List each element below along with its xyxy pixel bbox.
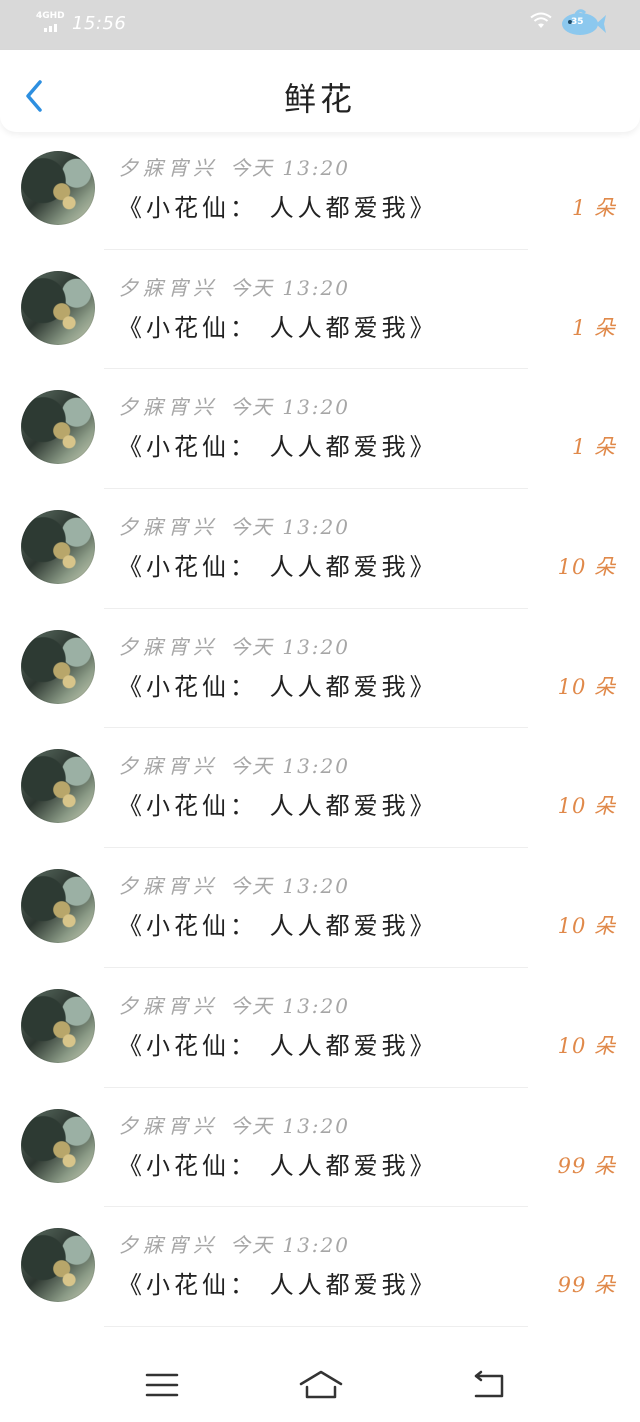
list-item[interactable]: 夕寐宵兴 今天 13:20 《小花仙： 人人都爱我》 10 朵: [0, 968, 640, 1088]
gift-meta: 夕寐宵兴 今天 13:20: [118, 152, 350, 181]
gift-meta: 夕寐宵兴 今天 13:20: [118, 631, 350, 660]
avatar[interactable]: [21, 1108, 95, 1183]
sender-name[interactable]: 夕寐宵兴: [118, 156, 218, 180]
status-right: 35: [530, 8, 606, 38]
nav-back-button[interactable]: [468, 1368, 508, 1402]
list-item[interactable]: 夕寐宵兴 今天 13:20 《小花仙： 人人都爱我》 10 朵: [0, 848, 640, 968]
home-icon: [299, 1370, 343, 1399]
avatar[interactable]: [21, 988, 95, 1063]
sender-name[interactable]: 夕寐宵兴: [118, 994, 218, 1018]
book-title[interactable]: 《小花仙： 人人都爱我》: [118, 1026, 438, 1061]
avatar[interactable]: [21, 390, 95, 465]
gift-time: 今天 13:20: [230, 754, 350, 779]
gift-time: 今天 13:20: [230, 1113, 350, 1138]
flower-amount: 10 朵: [557, 914, 616, 939]
menu-icon: [145, 1373, 179, 1397]
book-title[interactable]: 《小花仙： 人人都爱我》: [118, 1146, 438, 1181]
list-item[interactable]: 夕寐宵兴 今天 13:20 《小花仙： 人人都爱我》 10 朵: [0, 728, 640, 849]
sender-name[interactable]: 夕寐宵兴: [118, 635, 218, 659]
avatar[interactable]: [21, 749, 95, 824]
flower-amount: 1 朵: [571, 196, 616, 220]
flower-amount: 99 朵: [557, 1273, 616, 1298]
list-item[interactable]: 夕寐宵兴 今天 13:20 《小花仙： 人人都爱我》 1 朵: [0, 369, 640, 490]
sender-name[interactable]: 夕寐宵兴: [118, 395, 218, 419]
sender-name[interactable]: 夕寐宵兴: [118, 1114, 218, 1138]
gift-list: 夕寐宵兴 今天 13:20 《小花仙： 人人都爱我》 1 朵夕寐宵兴 今天 13:20 《…: [0, 130, 640, 1327]
avatar[interactable]: [21, 1228, 95, 1303]
book-title[interactable]: 《小花仙： 人人都爱我》: [118, 667, 438, 702]
gift-meta: 夕寐宵兴 今天 13:20: [118, 1110, 350, 1139]
avatar[interactable]: [21, 629, 95, 704]
gift-time: 今天 13:20: [230, 1233, 350, 1258]
battery-level: 35: [571, 17, 584, 27]
flower-amount: 10 朵: [557, 794, 616, 819]
avatar[interactable]: [21, 510, 95, 585]
status-left: 4GHD 15:56: [36, 12, 126, 34]
gift-time: 今天 13:20: [230, 874, 350, 899]
sender-name[interactable]: 夕寐宵兴: [118, 754, 218, 778]
book-title[interactable]: 《小花仙： 人人都爱我》: [118, 547, 438, 582]
book-title[interactable]: 《小花仙： 人人都爱我》: [118, 906, 438, 941]
status-bar: 4GHD 15:56 35: [0, 0, 640, 50]
list-item[interactable]: 夕寐宵兴 今天 13:20 《小花仙： 人人都爱我》 99 朵: [0, 1088, 640, 1208]
flower-amount: 10 朵: [557, 555, 616, 580]
gift-meta: 夕寐宵兴 今天 13:20: [118, 272, 350, 301]
gift-meta: 夕寐宵兴 今天 13:20: [118, 391, 350, 420]
status-time: 15:56: [72, 12, 127, 34]
gift-meta: 夕寐宵兴 今天 13:20: [118, 870, 350, 899]
wifi-icon: [530, 12, 552, 34]
list-item[interactable]: 夕寐宵兴 今天 13:20 《小花仙： 人人都爱我》 99 朵: [0, 1207, 640, 1327]
flower-amount: 10 朵: [557, 674, 616, 699]
network-type: 4GHD: [36, 11, 65, 21]
avatar[interactable]: [21, 270, 95, 345]
header: 鲜花: [0, 50, 640, 132]
gift-meta: 夕寐宵兴 今天 13:20: [118, 990, 350, 1019]
gift-meta: 夕寐宵兴 今天 13:20: [118, 750, 350, 779]
gift-time: 今天 13:20: [230, 395, 350, 420]
gift-time: 今天 13:20: [230, 275, 350, 300]
flower-amount: 10 朵: [557, 1033, 616, 1058]
book-title[interactable]: 《小花仙： 人人都爱我》: [118, 188, 438, 223]
divider: [104, 1325, 528, 1327]
sender-name[interactable]: 夕寐宵兴: [118, 1233, 218, 1257]
gift-time: 今天 13:20: [230, 515, 350, 540]
sender-name[interactable]: 夕寐宵兴: [118, 515, 218, 539]
gift-time: 今天 13:20: [230, 993, 350, 1018]
home-button[interactable]: [298, 1368, 344, 1402]
list-item[interactable]: 夕寐宵兴 今天 13:20 《小花仙： 人人都爱我》 1 朵: [0, 250, 640, 370]
gift-time: 今天 13:20: [230, 634, 350, 659]
flower-amount: 1 朵: [571, 435, 616, 460]
battery-fish-icon: 35: [560, 8, 606, 38]
book-title[interactable]: 《小花仙： 人人都爱我》: [118, 786, 438, 821]
list-item[interactable]: 夕寐宵兴 今天 13:20 《小花仙： 人人都爱我》 10 朵: [0, 609, 640, 729]
system-nav-bar: [0, 1352, 640, 1422]
flower-amount: 1 朵: [571, 315, 616, 340]
signal-icon: 4GHD: [36, 11, 65, 34]
gift-meta: 夕寐宵兴 今天 13:20: [118, 1229, 350, 1258]
gift-meta: 夕寐宵兴 今天 13:20: [118, 511, 350, 540]
gift-time: 今天 13:20: [230, 156, 350, 180]
list-item[interactable]: 夕寐宵兴 今天 13:20 《小花仙： 人人都爱我》 10 朵: [0, 489, 640, 609]
sender-name[interactable]: 夕寐宵兴: [118, 276, 218, 300]
menu-button[interactable]: [142, 1368, 182, 1402]
list-item[interactable]: 夕寐宵兴 今天 13:20 《小花仙： 人人都爱我》 1 朵: [0, 130, 640, 250]
flower-amount: 99 朵: [557, 1153, 616, 1178]
avatar[interactable]: [21, 151, 95, 225]
back-icon: [474, 1370, 504, 1398]
book-title[interactable]: 《小花仙： 人人都爱我》: [118, 308, 438, 343]
page-title: 鲜花: [283, 80, 356, 118]
book-title[interactable]: 《小花仙： 人人都爱我》: [118, 427, 438, 462]
book-title[interactable]: 《小花仙： 人人都爱我》: [118, 1265, 438, 1300]
sender-name[interactable]: 夕寐宵兴: [118, 874, 218, 898]
avatar[interactable]: [21, 869, 95, 944]
